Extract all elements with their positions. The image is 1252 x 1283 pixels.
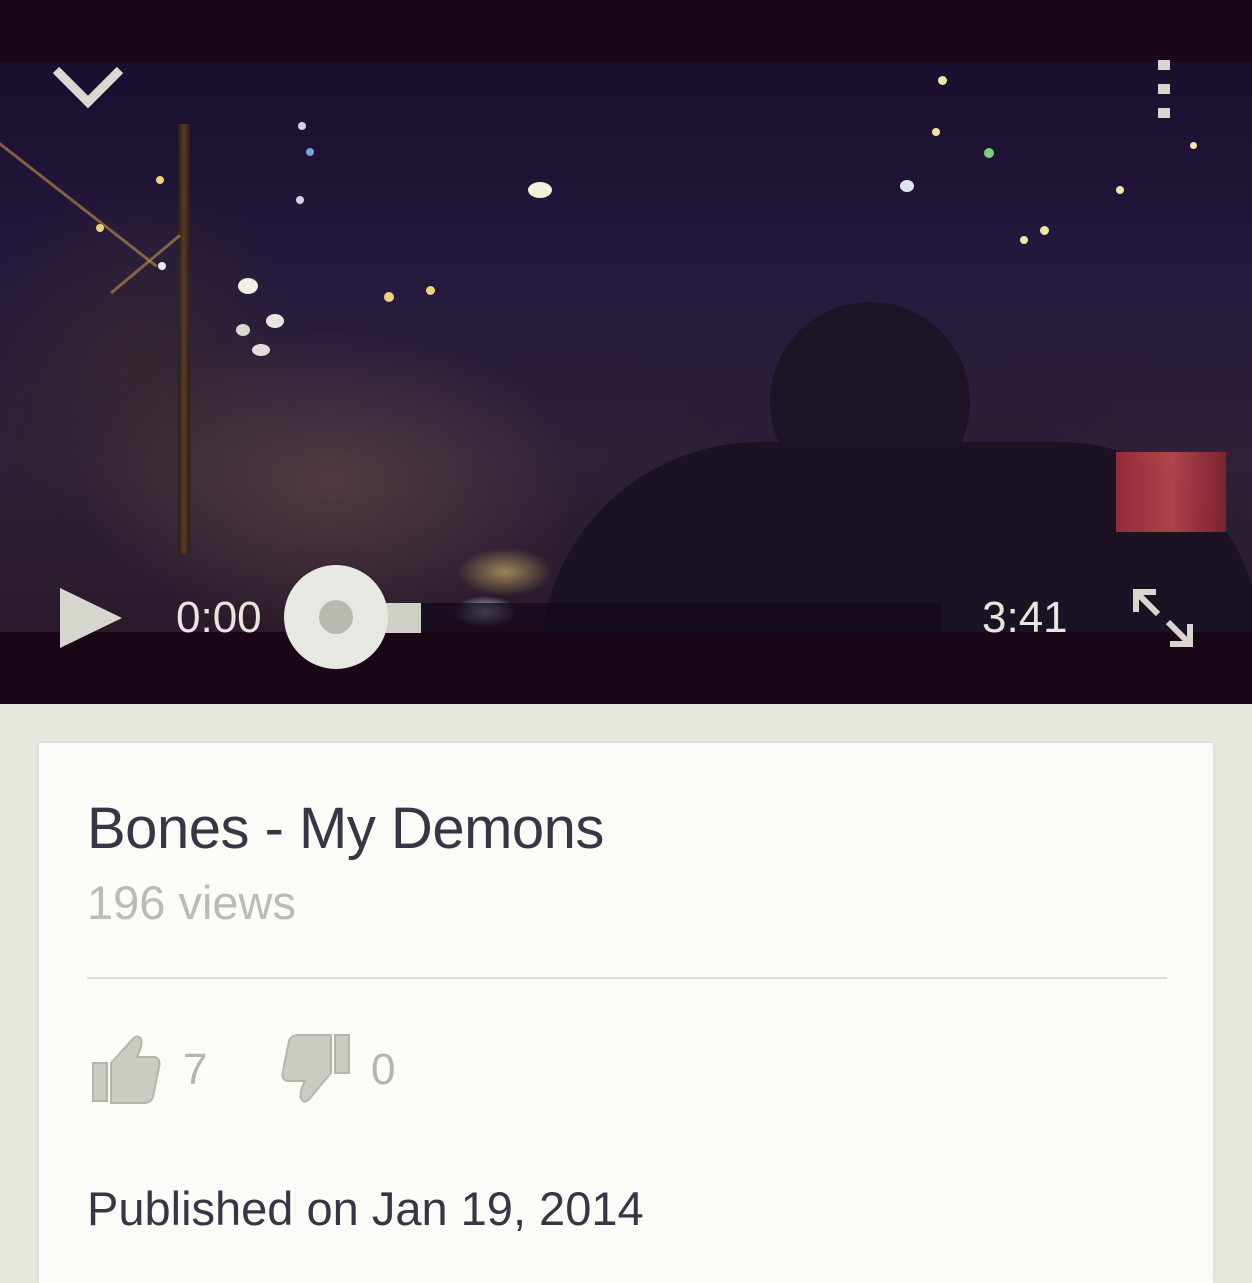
chevron-down-icon <box>52 66 124 109</box>
divider <box>87 977 1167 979</box>
more-vert-icon <box>1158 84 1170 94</box>
street-light <box>306 148 314 156</box>
street-light <box>932 128 940 136</box>
publish-date: Published on Jan 19, 2014 <box>87 1182 644 1235</box>
street-light <box>156 176 164 184</box>
street-light <box>984 148 994 158</box>
more-vert-icon <box>1158 60 1170 70</box>
street-light <box>296 196 304 204</box>
more-vert-icon <box>1158 108 1170 118</box>
seek-bar[interactable] <box>336 603 942 633</box>
seek-thumb-core <box>319 600 353 634</box>
like-count: 7 <box>183 1045 208 1094</box>
thumbs-down-icon <box>281 1034 350 1103</box>
street-light <box>252 344 270 356</box>
street-light <box>1190 142 1197 149</box>
seek-thumb[interactable] <box>284 565 388 669</box>
street-light <box>384 292 394 302</box>
video-player[interactable]: 0:00 3:41 <box>0 0 1252 704</box>
dislike-button[interactable] <box>279 1031 351 1111</box>
street-pole <box>178 124 190 554</box>
street-light <box>96 224 104 232</box>
street-light <box>1040 226 1049 235</box>
play-icon <box>60 588 122 648</box>
duration: 3:41 <box>982 593 1068 642</box>
current-time: 0:00 <box>176 593 262 642</box>
fullscreen-icon <box>1133 589 1193 647</box>
street-light <box>426 286 435 295</box>
fullscreen-button[interactable] <box>1130 586 1196 650</box>
street-light <box>236 324 250 336</box>
like-button[interactable] <box>91 1029 163 1109</box>
collapse-button[interactable] <box>50 60 126 114</box>
video-frame[interactable] <box>0 62 1252 704</box>
street-light <box>266 314 284 328</box>
street-light <box>1116 186 1124 194</box>
dislike-count: 0 <box>371 1045 396 1094</box>
power-line <box>0 142 158 268</box>
street-light <box>298 122 306 130</box>
video-title: Bones - My Demons <box>87 796 604 861</box>
street-light <box>158 262 166 270</box>
street-light <box>938 76 947 85</box>
play-button[interactable] <box>58 586 124 650</box>
power-line <box>110 234 181 295</box>
view-count: 196 views <box>87 876 296 929</box>
street-light <box>238 278 258 294</box>
video-info-card: Bones - My Demons 196 views 7 0 Publishe… <box>39 743 1213 1283</box>
thumbs-up-icon <box>92 1035 161 1104</box>
street-light <box>528 182 552 198</box>
more-options-button[interactable] <box>1150 58 1178 120</box>
street-light <box>900 180 914 192</box>
red-sign <box>1116 452 1226 532</box>
street-light <box>1020 236 1028 244</box>
